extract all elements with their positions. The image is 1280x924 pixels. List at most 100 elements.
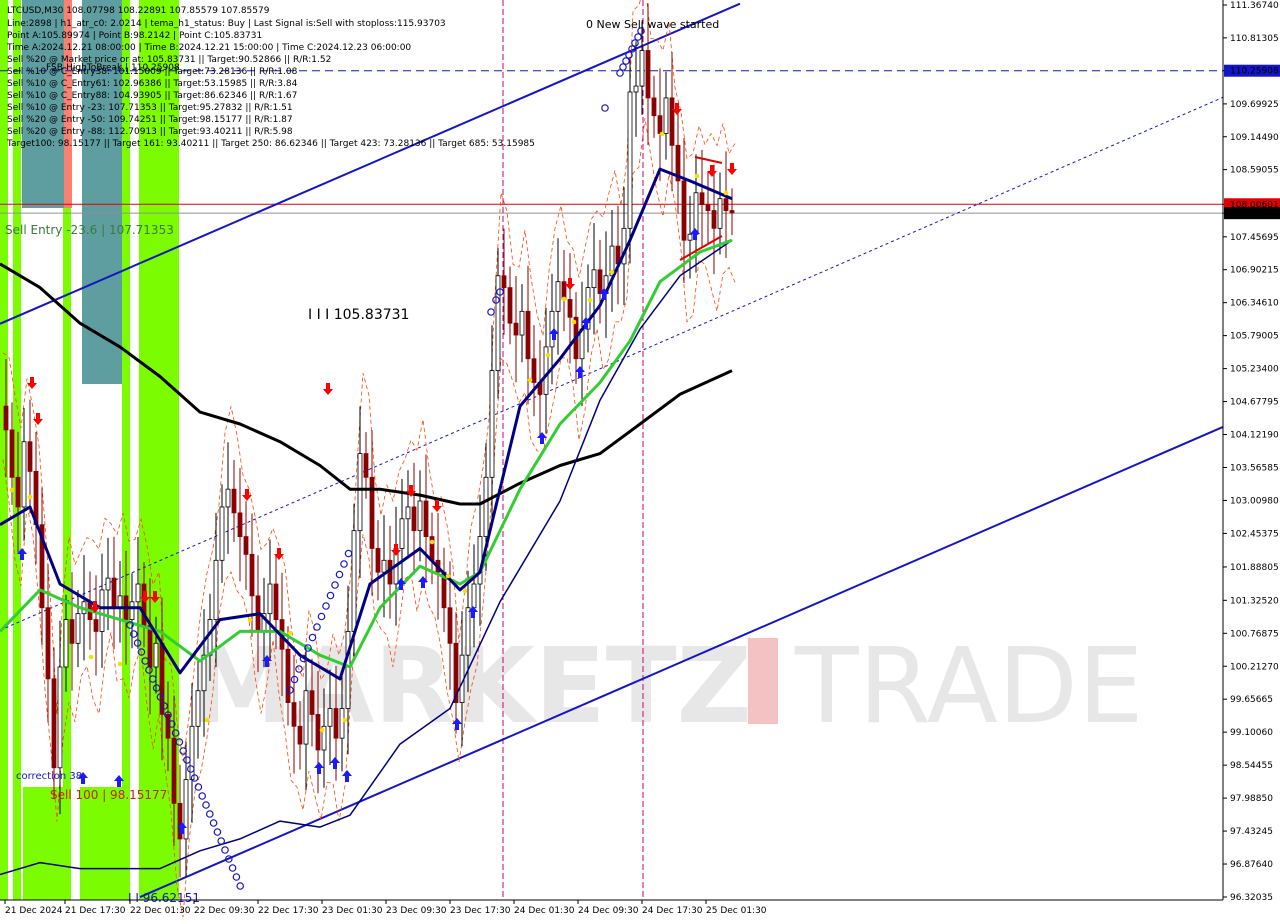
watermark: MARKETZ TRADE [190, 625, 1144, 747]
time-tick-label: 21 Dec 2024 [5, 906, 63, 916]
candle-body [417, 500, 423, 532]
price-tick-label: 101.32520 [1230, 596, 1279, 606]
candle-body [513, 322, 519, 336]
green-zone [80, 787, 122, 900]
candle-body [99, 589, 105, 632]
price-tick-label: 104.12190 [1230, 431, 1279, 441]
star-marker [545, 352, 551, 358]
candle-body [711, 210, 717, 229]
candle-body [15, 476, 21, 508]
candle-body [693, 192, 699, 235]
candle-body [489, 370, 495, 478]
candle-body [249, 553, 255, 597]
price-tick-label: 96.87640 [1230, 860, 1273, 870]
candle-body [333, 708, 339, 739]
candle-body [525, 310, 531, 360]
candle-body [273, 583, 279, 620]
current-price-tag: 107.85579 [1230, 209, 1279, 219]
blue-level-tag: 110.25908 [1230, 67, 1279, 77]
time-tick-label: 25 Dec 01:30 [706, 906, 767, 916]
sell-100-label: Sell 100 | 98.15177 [50, 788, 167, 802]
candle-body [669, 97, 675, 146]
candle-body [681, 180, 687, 241]
candle-body [729, 210, 735, 214]
bottom-level-label: I I 96.62151 [128, 891, 200, 905]
point-c-label: I I I 105.83731 [308, 307, 409, 323]
price-tick-label: 99.65665 [1230, 695, 1273, 705]
candle-body [351, 530, 357, 632]
candle-body [117, 595, 123, 609]
star-marker [561, 296, 567, 302]
candle-body [237, 512, 243, 537]
header-line-11: Target100: 98.15177 || Target 161: 93.40… [6, 139, 535, 149]
candle-body [327, 708, 333, 727]
star-marker [9, 487, 15, 493]
candle-body [27, 441, 33, 472]
candle-body [183, 779, 189, 840]
candle-body [519, 310, 525, 336]
time-tick-label: 23 Dec 01:30 [322, 906, 383, 916]
sell-entry-label: Sell Entry -23.6 | 107.71353 [5, 223, 174, 237]
header-line-2: Point A:105.89974 | Point B:98.2142 | Po… [7, 31, 262, 41]
price-tick-label: 101.88805 [1230, 563, 1279, 573]
star-marker [429, 539, 435, 545]
candle-body [423, 500, 429, 537]
candle-body [663, 97, 669, 134]
price-tick-label: 109.14490 [1230, 133, 1279, 143]
star-marker [88, 654, 94, 660]
star-marker [445, 573, 451, 579]
candle-body [657, 115, 663, 134]
candle-body [507, 287, 513, 324]
candle-body [483, 476, 489, 537]
star-marker [27, 494, 33, 500]
candle-body [399, 518, 405, 549]
candle-body [531, 358, 537, 383]
candle-body [375, 548, 381, 573]
star-marker [587, 297, 593, 303]
candle-body [21, 441, 27, 508]
star-marker [723, 190, 729, 196]
candle-body [645, 50, 651, 99]
candle-body [3, 405, 9, 431]
price-tick-label: 106.34610 [1230, 299, 1279, 309]
candle-body [111, 577, 117, 609]
price-tick-label: 106.90215 [1230, 266, 1279, 276]
star-marker [287, 630, 293, 636]
watermark-accent [748, 638, 778, 724]
watermark-left: MARKETZ [190, 625, 752, 747]
candle-body [225, 488, 231, 508]
candle-body [651, 97, 657, 117]
candle-body [567, 299, 573, 318]
price-tick-label: 96.32035 [1230, 893, 1273, 903]
correction-label: correction 38 [16, 771, 82, 782]
candle-body [195, 690, 201, 727]
candle-body [291, 702, 297, 727]
star-marker [204, 717, 210, 723]
candle-body [153, 642, 159, 668]
candle-body [627, 91, 633, 229]
candle-body [303, 690, 309, 745]
star-marker [527, 377, 533, 383]
fsb-overlay-label: FSB-HighToBreak | 110.25908 [46, 63, 180, 73]
time-tick-label: 23 Dec 09:30 [386, 906, 447, 916]
candle-body [381, 559, 387, 573]
candle-body [309, 690, 315, 715]
star-marker [609, 269, 615, 275]
time-tick-label: 21 Dec 17:30 [65, 906, 126, 916]
candle-body [405, 506, 411, 520]
price-tick-label: 98.54455 [1230, 761, 1273, 771]
candle-body [93, 619, 99, 632]
price-tick-label: 105.23400 [1230, 365, 1279, 375]
candle-body [135, 583, 141, 603]
price-tick-label: 111.36740 [1230, 1, 1279, 11]
price-tick-label: 108.59055 [1230, 166, 1279, 176]
candle-body [717, 198, 723, 229]
candle-body [45, 607, 51, 680]
header-line-10: Sell %20 @ Entry -88: 112.70913 || Targe… [7, 127, 293, 137]
candle-body [471, 583, 477, 609]
candle-body [687, 233, 693, 241]
candle-body [63, 619, 69, 668]
candle-body [297, 725, 303, 745]
candle-body [243, 536, 249, 555]
candle-body [57, 666, 63, 769]
